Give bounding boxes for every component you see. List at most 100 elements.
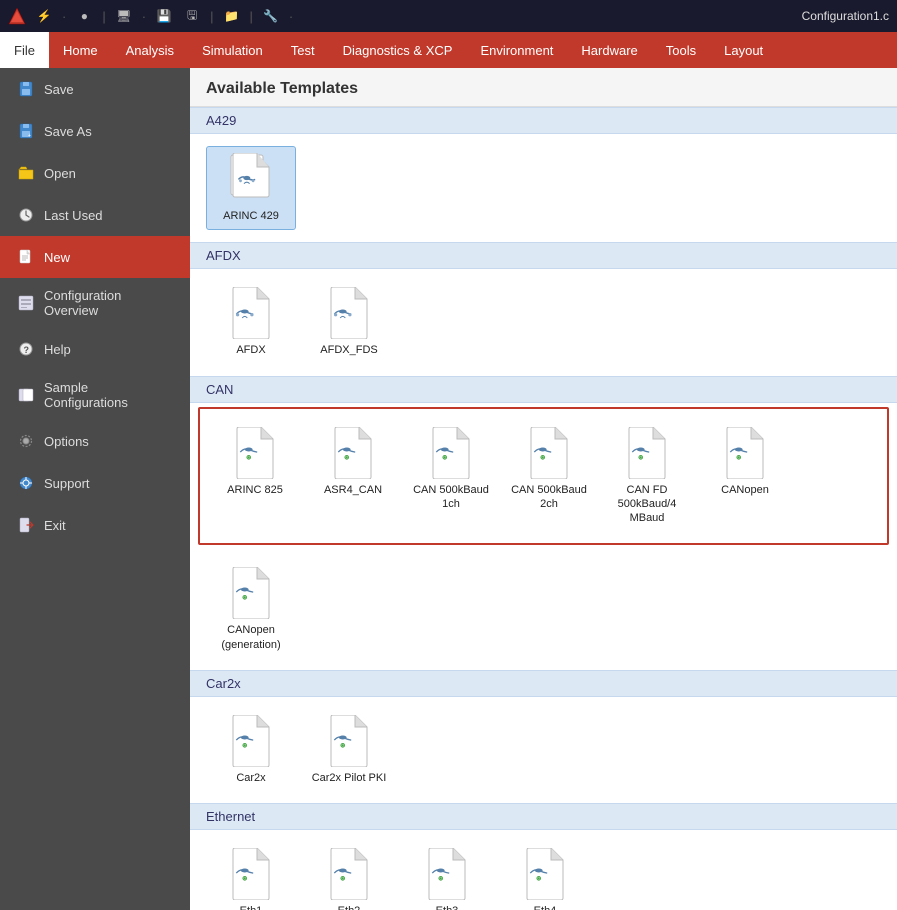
sidebar-label-help: Help bbox=[44, 342, 71, 357]
section-ethernet: Ethernet bbox=[190, 803, 897, 910]
template-can-500k-2ch[interactable]: CAN 500kBaud 2ch bbox=[504, 421, 594, 532]
options-icon bbox=[16, 433, 36, 449]
section-can: CAN bbox=[190, 376, 897, 670]
section-header-can: CAN bbox=[190, 376, 897, 403]
eth1-icon bbox=[225, 848, 277, 900]
canopen-icon bbox=[719, 427, 771, 479]
section-items-ethernet: Eth1 bbox=[190, 830, 897, 910]
save-icon bbox=[16, 81, 36, 97]
sidebar-label-save: Save bbox=[44, 82, 74, 97]
section-a429: A429 bbox=[190, 107, 897, 242]
sidebar-label-save-as: Save As bbox=[44, 124, 92, 139]
afdx-label: AFDX bbox=[236, 343, 265, 357]
sidebar-item-last-used[interactable]: Last Used bbox=[0, 194, 190, 236]
car2x-pilot-pki-label: Car2x Pilot PKI bbox=[312, 771, 387, 785]
eth2-icon bbox=[323, 848, 375, 900]
menu-tab-simulation[interactable]: Simulation bbox=[188, 32, 277, 68]
template-canopen[interactable]: CANopen bbox=[700, 421, 790, 532]
templates-area[interactable]: A429 bbox=[190, 107, 897, 910]
app-icon bbox=[8, 7, 26, 25]
section-items-car2x: Car2x bbox=[190, 697, 897, 803]
eth1-label: Eth1 bbox=[240, 904, 263, 910]
menu-tab-test[interactable]: Test bbox=[277, 32, 329, 68]
template-asr4-can[interactable]: ASR4_CAN bbox=[308, 421, 398, 532]
menu-tab-analysis[interactable]: Analysis bbox=[112, 32, 188, 68]
section-header-ethernet: Ethernet bbox=[190, 803, 897, 830]
svg-text:?: ? bbox=[24, 345, 30, 355]
menu-tab-file[interactable]: File bbox=[0, 32, 49, 68]
sidebar-item-exit[interactable]: Exit bbox=[0, 504, 190, 546]
sidebar: Save + Save As Open Last Used New bbox=[0, 68, 190, 910]
can-500k-1ch-icon bbox=[425, 427, 477, 479]
can-fd-label: CAN FD 500kBaud/4 MBaud bbox=[606, 483, 688, 526]
template-arinc825[interactable]: ARINC 825 bbox=[210, 421, 300, 532]
template-eth3[interactable]: Eth3 bbox=[402, 842, 492, 910]
template-can-500k-1ch[interactable]: CAN 500kBaud 1ch bbox=[406, 421, 496, 532]
section-header-a429: A429 bbox=[190, 107, 897, 134]
save-toolbar-icon[interactable]: 💾 bbox=[152, 4, 176, 28]
template-eth2[interactable]: Eth2 bbox=[304, 842, 394, 910]
save-as-icon: + bbox=[16, 123, 36, 139]
template-eth1[interactable]: Eth1 bbox=[206, 842, 296, 910]
template-canopen-gen[interactable]: CANopen (generation) bbox=[206, 561, 296, 658]
asr4-can-icon bbox=[327, 427, 379, 479]
tools-toolbar-icon[interactable]: 🔧 bbox=[259, 4, 283, 28]
lightning-icon[interactable]: ⚡ bbox=[32, 4, 56, 28]
sidebar-item-save[interactable]: Save bbox=[0, 68, 190, 110]
menu-bar: File Home Analysis Simulation Test Diagn… bbox=[0, 32, 897, 68]
help-icon: ? bbox=[16, 341, 36, 357]
sidebar-label-open: Open bbox=[44, 166, 76, 181]
eth4-label: Eth4 bbox=[534, 904, 557, 910]
sidebar-item-open[interactable]: Open bbox=[0, 152, 190, 194]
sidebar-item-options[interactable]: Options bbox=[0, 420, 190, 462]
car2x-icon bbox=[225, 715, 277, 767]
menu-tab-layout[interactable]: Layout bbox=[710, 32, 777, 68]
save2-toolbar-icon[interactable]: 🖫 bbox=[180, 4, 204, 28]
arinc825-label: ARINC 825 bbox=[227, 483, 283, 497]
toolbar-group: ⚡ · ● | 🖥 · 💾 🖫 | 📁 | 🔧 · bbox=[32, 4, 295, 28]
template-afdx-fds[interactable]: AFDX_FDS bbox=[304, 281, 394, 363]
can-500k-1ch-label: CAN 500kBaud 1ch bbox=[410, 483, 492, 512]
eth3-icon bbox=[421, 848, 473, 900]
menu-tab-diagnostics[interactable]: Diagnostics & XCP bbox=[329, 32, 467, 68]
menu-tab-home[interactable]: Home bbox=[49, 32, 112, 68]
template-can-fd[interactable]: CAN FD 500kBaud/4 MBaud bbox=[602, 421, 692, 532]
asr4-can-label: ASR4_CAN bbox=[324, 483, 382, 497]
template-car2x[interactable]: Car2x bbox=[206, 709, 296, 791]
sidebar-label-new: New bbox=[44, 250, 70, 265]
sidebar-item-help[interactable]: ? Help bbox=[0, 328, 190, 370]
sidebar-item-config-overview[interactable]: Configuration Overview bbox=[0, 278, 190, 328]
sidebar-label-last-used: Last Used bbox=[44, 208, 103, 223]
template-arinc429[interactable]: ARINC 429 bbox=[206, 146, 296, 230]
can-500k-2ch-icon bbox=[523, 427, 575, 479]
canopen-gen-icon bbox=[225, 567, 277, 619]
menu-tab-tools[interactable]: Tools bbox=[652, 32, 710, 68]
section-header-car2x: Car2x bbox=[190, 670, 897, 697]
can-500k-2ch-label: CAN 500kBaud 2ch bbox=[508, 483, 590, 512]
new-icon bbox=[16, 249, 36, 265]
sidebar-item-save-as[interactable]: + Save As bbox=[0, 110, 190, 152]
eth2-label: Eth2 bbox=[338, 904, 361, 910]
circle-icon[interactable]: ● bbox=[72, 4, 96, 28]
sidebar-item-sample-configs[interactable]: Sample Configurations bbox=[0, 370, 190, 420]
section-car2x: Car2x bbox=[190, 670, 897, 803]
open-icon bbox=[16, 165, 36, 181]
sidebar-item-new[interactable]: New bbox=[0, 236, 190, 278]
sidebar-item-support[interactable]: Support bbox=[0, 462, 190, 504]
config-icon bbox=[16, 295, 36, 311]
eth3-label: Eth3 bbox=[436, 904, 459, 910]
eth4-icon bbox=[519, 848, 571, 900]
content-header: Available Templates bbox=[190, 68, 897, 107]
template-car2x-pilot-pki[interactable]: Car2x Pilot PKI bbox=[304, 709, 394, 791]
can-fd-icon bbox=[621, 427, 673, 479]
afdx-fds-label: AFDX_FDS bbox=[320, 343, 377, 357]
menu-tab-hardware[interactable]: Hardware bbox=[567, 32, 651, 68]
template-eth4[interactable]: Eth4 bbox=[500, 842, 590, 910]
section-items-a429: ARINC 429 bbox=[190, 134, 897, 242]
folder-toolbar-icon[interactable]: 📁 bbox=[219, 4, 243, 28]
monitor-icon[interactable]: 🖥 bbox=[112, 4, 136, 28]
car2x-pilot-pki-icon bbox=[323, 715, 375, 767]
section-items-can-extra: CANopen (generation) bbox=[190, 549, 897, 670]
template-afdx[interactable]: AFDX bbox=[206, 281, 296, 363]
menu-tab-environment[interactable]: Environment bbox=[466, 32, 567, 68]
